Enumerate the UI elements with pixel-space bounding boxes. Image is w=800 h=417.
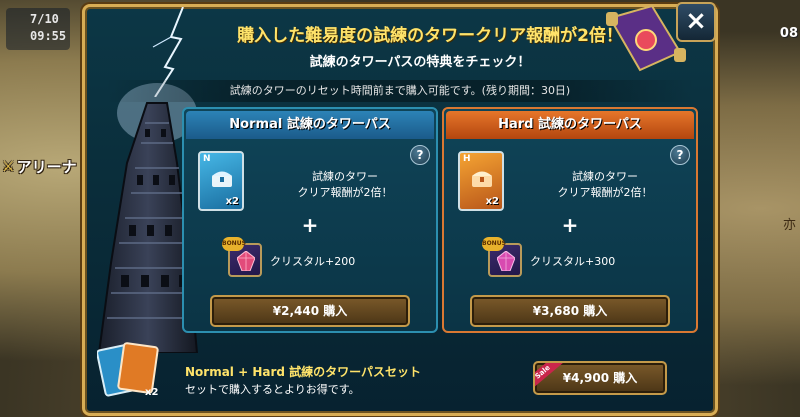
pass-multiplier: x2	[225, 196, 239, 207]
pass-set-bundle-icon: x2	[97, 342, 159, 398]
close-button[interactable]: ×	[676, 2, 716, 42]
set-title: Normal + Hard 試練のタワーパスセット	[185, 363, 421, 380]
crystal-name: クリスタル	[270, 255, 325, 268]
arena-map-label[interactable]: ⚔ アリーナ	[2, 156, 77, 177]
sale-ribbon: Sale	[535, 363, 565, 393]
set-title-rest: 試練のタワーパスセット	[284, 365, 422, 379]
set-buy-button[interactable]: Sale ¥4,900 購入	[533, 361, 667, 395]
normal-pass-ticket-icon: N x2	[198, 151, 244, 211]
pass-multiplier: x2	[485, 196, 499, 207]
crystal-reward-icon: BONUS	[482, 237, 522, 277]
bonus-badge: BONUS	[222, 237, 246, 251]
pass-benefit-text: 試練のタワー クリア報酬が2倍！	[557, 170, 653, 199]
hard-pass-header: Hard 試練のタワーパス	[446, 111, 694, 139]
pass-set-offer: x2 Normal + Hard 試練のタワーパスセット セットで購入するとより…	[97, 341, 695, 407]
normal-pass-card: Normal 試練のタワーパス ? N x2 試練のタワー クリア報酬が2倍！ …	[182, 107, 438, 333]
treasure-chest-icon	[472, 171, 492, 187]
normal-buy-button[interactable]: ¥2,440 購入	[210, 295, 410, 327]
crystal-gem-icon	[237, 251, 255, 271]
set-description: セットで購入するとよりお得です。	[185, 383, 360, 396]
crystal-name: クリスタル	[530, 255, 585, 268]
crystal-reward-icon: BONUS	[222, 237, 262, 277]
set-title-highlight: Normal + Hard	[185, 365, 285, 379]
plus-icon: +	[301, 213, 319, 237]
hard-help-button[interactable]: ?	[670, 145, 690, 165]
normal-pass-header: Normal 試練のタワーパス	[186, 111, 434, 139]
pass-letter: H	[463, 154, 471, 164]
set-multiplier: x2	[145, 387, 158, 398]
pass-level: Hard	[498, 117, 534, 132]
pass-level: Normal	[229, 117, 283, 132]
arena-label-text: アリーナ	[16, 158, 77, 176]
crystal-amount: +200	[325, 255, 356, 268]
stage-timer: 09:55	[30, 29, 67, 43]
hard-buy-button[interactable]: ¥3,680 購入	[470, 295, 670, 327]
crystal-amount: +300	[585, 255, 616, 268]
pass-letter: N	[203, 154, 211, 164]
stage-counter-value: 7/10	[30, 12, 59, 26]
crossed-swords-icon: ⚔	[2, 158, 15, 175]
set-price: ¥4,900 購入	[562, 371, 638, 385]
pass-name: 試練のタワーパス	[538, 117, 642, 132]
hard-pass-card: Hard 試練のタワーパス ? H x2 試練のタワー クリア報酬が2倍！ + …	[442, 107, 698, 333]
plus-icon: +	[561, 213, 579, 237]
stage-counter: 7/10 09:55	[6, 8, 70, 50]
crystal-gem-icon	[497, 251, 515, 271]
map-right-label: 08	[779, 26, 798, 41]
map-right-mark: 亦	[782, 218, 796, 233]
pass-benefit-text: 試練のタワー クリア報酬が2倍！	[297, 170, 393, 199]
purchase-period-notice: 試練のタワーのリセット時間前まで購入可能です。(残り期間：30日)	[105, 80, 695, 102]
pass-name: 試練のタワーパス	[286, 117, 391, 132]
bonus-badge: BONUS	[482, 237, 506, 251]
crystal-reward-label: クリスタル+300	[530, 253, 615, 269]
treasure-chest-icon	[212, 171, 232, 187]
normal-help-button[interactable]: ?	[410, 145, 430, 165]
crystal-reward-label: クリスタル+200	[270, 253, 355, 269]
hard-pass-ticket-icon: H x2	[458, 151, 504, 211]
